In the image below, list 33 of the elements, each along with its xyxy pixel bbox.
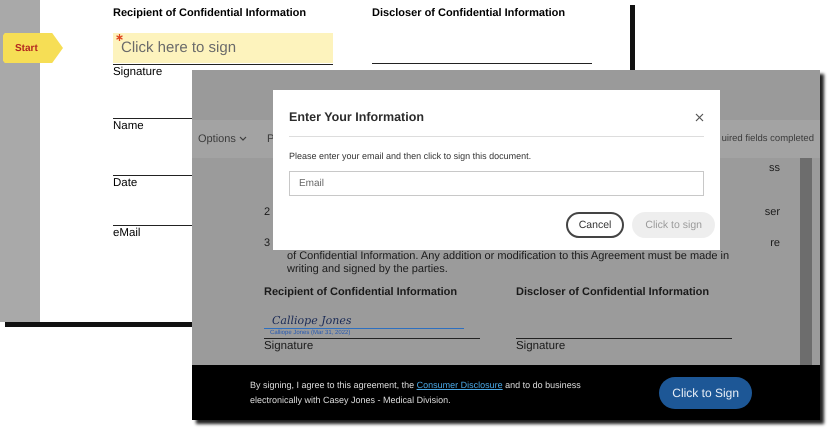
field-label: Signature xyxy=(516,339,566,354)
signature-field[interactable]: Click here to sign xyxy=(113,33,333,63)
paragraph-line: of Confidential Information. Any addition or modification to this Agreement must be made in xyxy=(287,250,730,263)
list-number: 2 xyxy=(264,206,270,219)
field-label: Signature xyxy=(264,339,314,354)
text-fragment: ss xyxy=(769,162,780,175)
dialog-message: Please enter your email and then click to sign this document. xyxy=(289,150,532,163)
email-field[interactable]: Email xyxy=(289,171,704,196)
signature-placeholder: Click here to sign xyxy=(121,38,236,58)
consumer-disclosure-link[interactable]: Consumer Disclosure xyxy=(416,380,503,390)
consent-text: By signing, I agree to this agreement, the Consumer Disclosure and to do business electronically with Casey Jones - Medical Division. xyxy=(250,378,582,407)
section-heading: Recipient of Confidential Information xyxy=(113,6,306,21)
field-label: Name xyxy=(113,119,144,134)
scrollbar[interactable] xyxy=(800,158,812,365)
close-icon[interactable] xyxy=(695,112,704,122)
start-tag[interactable]: Start xyxy=(3,33,63,63)
options-menu[interactable]: Options xyxy=(198,130,247,148)
cancel-button[interactable]: Cancel xyxy=(566,212,624,238)
list-number: 3 xyxy=(264,237,270,250)
paragraph-line: writing and signed by the parties. xyxy=(287,263,449,276)
text-fragment: ser xyxy=(764,206,780,219)
dialog-title: Enter Your Information xyxy=(289,109,424,126)
field-label: Date xyxy=(113,176,138,191)
text-fragment: re xyxy=(770,237,780,250)
section-heading: Discloser of Confidential Information xyxy=(516,285,710,299)
chevron-icon xyxy=(238,136,247,142)
section-heading: Recipient of Confidential Information xyxy=(264,285,458,299)
fields-status: uired fields completed xyxy=(722,132,814,146)
click-to-sign-button[interactable]: Click to Sign xyxy=(659,376,752,408)
section-heading: Discloser of Confidential Information xyxy=(372,6,566,21)
field-label: Signature xyxy=(113,65,162,80)
handwritten-signature: Calliope Jones xyxy=(271,313,352,328)
field-label: eMail xyxy=(113,226,140,241)
